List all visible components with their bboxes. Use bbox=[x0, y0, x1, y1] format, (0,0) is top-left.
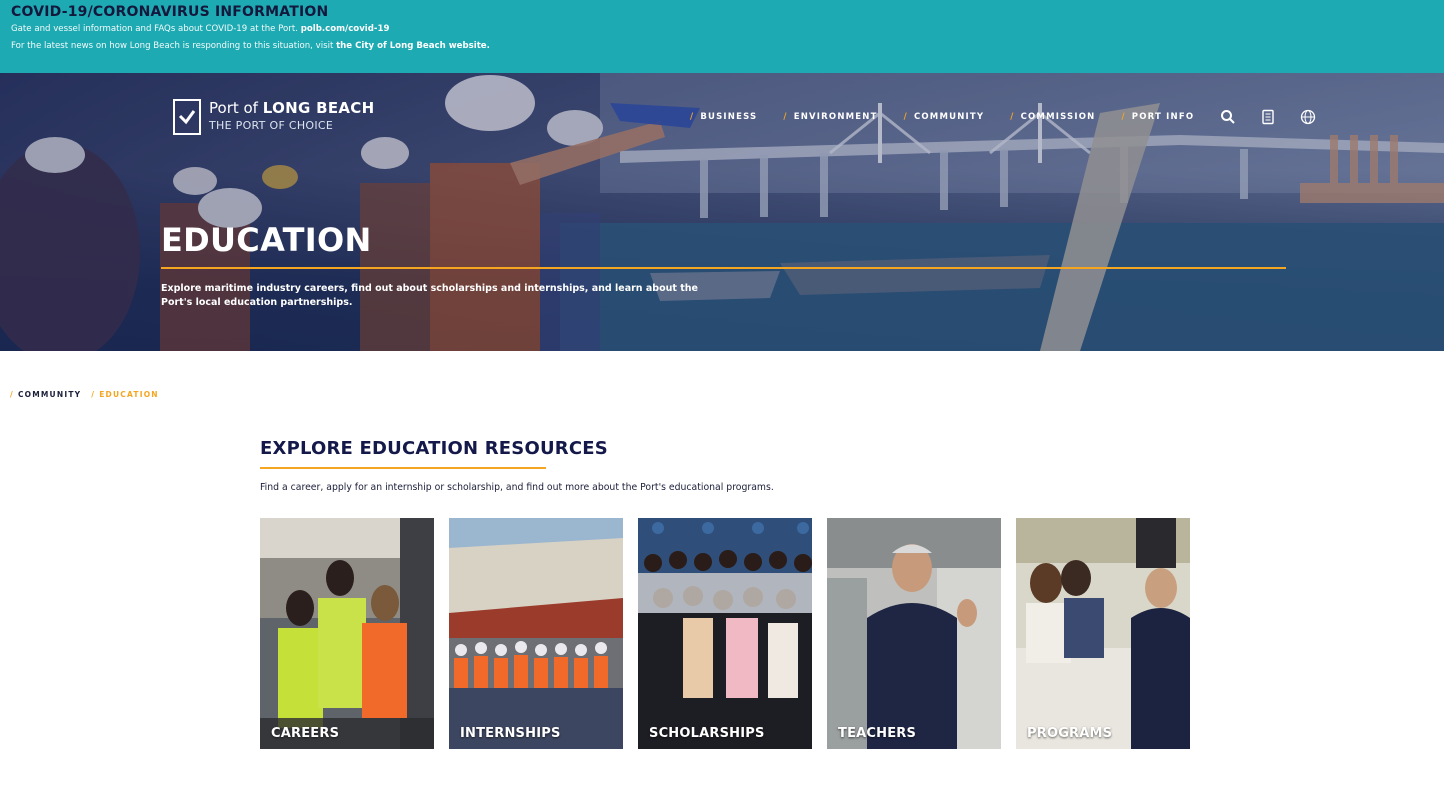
section-title: EXPLORE EDUCATION RESOURCES bbox=[260, 438, 608, 459]
logo-prefix: Port of bbox=[209, 99, 258, 117]
polb-logo[interactable]: Port of LONG BEACH THE PORT OF CHOICE bbox=[173, 99, 374, 135]
card-programs[interactable]: PROGRAMS bbox=[1016, 518, 1190, 749]
breadcrumb: / COMMUNITY / EDUCATION bbox=[10, 390, 159, 399]
card-internships[interactable]: INTERNSHIPS bbox=[449, 518, 623, 749]
covid-banner: COVID-19/CORONAVIRUS INFORMATION Gate an… bbox=[0, 0, 1444, 73]
breadcrumb-education: / EDUCATION bbox=[91, 390, 159, 399]
card-teachers[interactable]: TEACHERS bbox=[827, 518, 1001, 749]
logo-name: LONG BEACH bbox=[262, 99, 375, 117]
covid-line1-text: Gate and vessel information and FAQs abo… bbox=[11, 24, 298, 34]
covid-line2-text: For the latest news on how Long Beach is… bbox=[11, 41, 334, 51]
nav-commission[interactable]: / COMMISSION bbox=[1010, 112, 1095, 122]
search-icon[interactable] bbox=[1220, 109, 1236, 125]
card-label-scholarships: SCHOLARSHIPS bbox=[649, 726, 765, 741]
hero-banner: Port of LONG BEACH THE PORT OF CHOICE / B… bbox=[0, 73, 1444, 351]
breadcrumb-community[interactable]: / COMMUNITY bbox=[10, 390, 81, 399]
logo-check-icon bbox=[173, 99, 201, 135]
internships-photo bbox=[449, 518, 623, 749]
careers-photo bbox=[260, 518, 434, 749]
card-label-careers: CAREERS bbox=[271, 726, 340, 741]
logo-tagline: THE PORT OF CHOICE bbox=[209, 119, 334, 132]
city-long-beach-link[interactable]: the City of Long Beach website. bbox=[336, 41, 490, 51]
card-careers[interactable]: CAREERS bbox=[260, 518, 434, 749]
card-label-teachers: TEACHERS bbox=[838, 726, 917, 741]
nav-business[interactable]: / BUSINESS bbox=[690, 112, 757, 122]
main-navigation: / BUSINESS / ENVIRONMENT / COMMUNITY / COMMI… bbox=[690, 109, 1340, 125]
card-label-programs: PROGRAMS bbox=[1027, 726, 1113, 741]
section-divider bbox=[260, 467, 546, 469]
card-label-internships: INTERNSHIPS bbox=[460, 726, 561, 741]
education-cards: CAREERS INTERNSHIPS SCHOLARSHIPS TEACHER… bbox=[260, 518, 1190, 749]
teachers-photo bbox=[827, 518, 1001, 749]
hero-description: Explore maritime industry careers, find … bbox=[161, 283, 698, 308]
nav-environment[interactable]: / ENVIRONMENT bbox=[783, 112, 877, 122]
logo-wordmark: Port of LONG BEACH THE PORT OF CHOICE bbox=[209, 100, 374, 134]
scholarships-photo bbox=[638, 518, 812, 749]
programs-photo bbox=[1016, 518, 1190, 749]
document-icon[interactable] bbox=[1260, 109, 1276, 125]
page-title: EDUCATION bbox=[161, 221, 372, 259]
covid-banner-line2: For the latest news on how Long Beach is… bbox=[11, 38, 1433, 55]
globe-icon[interactable] bbox=[1300, 109, 1316, 125]
polb-covid-link[interactable]: polb.com/covid-19 bbox=[301, 24, 390, 34]
hero-divider bbox=[161, 267, 1286, 269]
nav-port-info[interactable]: / PORT INFO bbox=[1121, 112, 1194, 122]
covid-banner-line1: Gate and vessel information and FAQs abo… bbox=[11, 21, 1433, 38]
card-scholarships[interactable]: SCHOLARSHIPS bbox=[638, 518, 812, 749]
nav-community[interactable]: / COMMUNITY bbox=[904, 112, 985, 122]
section-description: Find a career, apply for an internship o… bbox=[260, 482, 774, 493]
covid-banner-title: COVID-19/CORONAVIRUS INFORMATION bbox=[11, 4, 329, 20]
